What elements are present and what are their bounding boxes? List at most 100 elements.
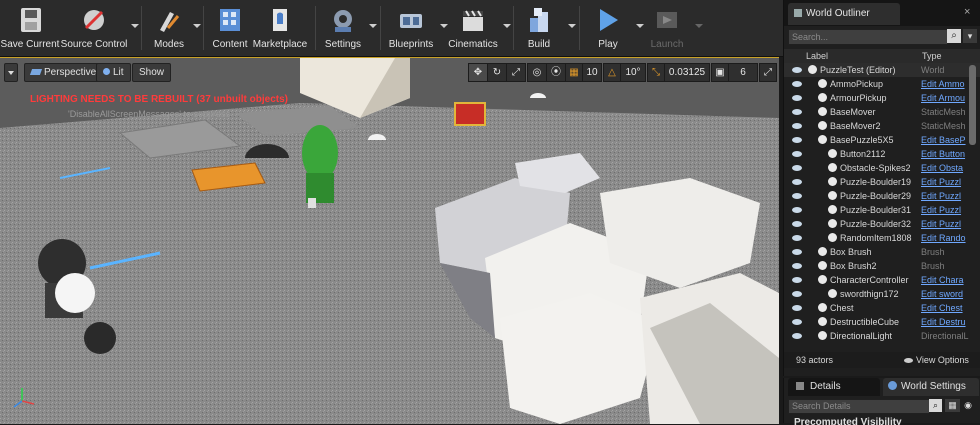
visibility-eye-icon[interactable]	[792, 319, 802, 325]
surface-snap-icon[interactable]: ⦿	[546, 63, 566, 82]
edit-blueprint-link[interactable]: Edit Puzzl	[921, 217, 976, 231]
outliner-row[interactable]: Box Brush Brush	[784, 245, 980, 259]
outliner-row[interactable]: swordthign172 Edit sword	[784, 287, 980, 301]
edit-blueprint-link[interactable]: Edit Chara	[921, 273, 976, 287]
edit-blueprint-link[interactable]: Edit Ammo	[921, 77, 976, 91]
col-label-header[interactable]: Label	[806, 49, 828, 63]
edit-blueprint-link[interactable]: Edit Button	[921, 147, 976, 161]
tab-world-outliner[interactable]: World Outliner	[788, 3, 900, 25]
visibility-eye-icon[interactable]	[792, 263, 802, 269]
camera-speed-icon[interactable]: ▣	[711, 63, 729, 82]
visibility-eye-icon[interactable]	[792, 179, 802, 185]
play-button[interactable]: Play	[585, 2, 631, 54]
launch-button[interactable]: Launch	[644, 2, 690, 54]
precomputed-visibility-header[interactable]: Precomputed Visibility	[794, 417, 902, 425]
scale-tool-icon[interactable]: ⤢	[506, 63, 526, 82]
visibility-eye-icon[interactable]	[792, 67, 802, 73]
filter-icon[interactable]: ▾	[963, 29, 977, 43]
visibility-eye-icon[interactable]	[792, 137, 802, 143]
visibility-eye-icon[interactable]	[792, 291, 802, 297]
rotation-snap-icon[interactable]: △	[603, 63, 621, 82]
edit-blueprint-link[interactable]: Edit Puzzl	[921, 203, 976, 217]
outliner-row[interactable]: Obstacle-Spikes2 Edit Obsta	[784, 161, 980, 175]
edit-blueprint-link[interactable]: Edit Chest	[921, 301, 976, 315]
tab-world-settings[interactable]: World Settings	[883, 378, 979, 396]
close-icon[interactable]: ×	[964, 6, 970, 18]
camera-speed-value[interactable]: 6	[728, 63, 758, 82]
show-dropdown[interactable]: Show	[132, 63, 172, 82]
tab-details[interactable]: Details	[788, 378, 880, 396]
outliner-row[interactable]: DestructibleCube Edit Destru	[784, 315, 980, 329]
build-dropdown-arrow[interactable]	[568, 24, 576, 28]
blueprints-button[interactable]: Blueprints	[385, 2, 437, 54]
outliner-row[interactable]: BaseMover2 StaticMesh	[784, 119, 980, 133]
visibility-eye-icon[interactable]	[792, 221, 802, 227]
edit-blueprint-link[interactable]: Edit Puzzl	[921, 189, 976, 203]
modes-dropdown-arrow[interactable]	[193, 24, 201, 28]
outliner-row[interactable]: Puzzle-Boulder19 Edit Puzzl	[784, 175, 980, 189]
outliner-row[interactable]: BasePuzzle5X5 Edit BaseP	[784, 133, 980, 147]
edit-blueprint-link[interactable]: Edit Armou	[921, 91, 976, 105]
visibility-eye-icon[interactable]	[792, 95, 802, 101]
search-icon[interactable]: ⌕	[929, 399, 942, 412]
scale-snap-icon[interactable]: ⤡	[647, 63, 665, 82]
edit-blueprint-link[interactable]: Edit Puzzl	[921, 175, 976, 189]
visibility-eye-icon[interactable]	[792, 277, 802, 283]
visibility-eye-icon[interactable]	[792, 207, 802, 213]
rotate-tool-icon[interactable]: ↻	[487, 63, 507, 82]
visibility-eye-icon[interactable]	[792, 109, 802, 115]
lit-dropdown[interactable]: Lit	[96, 63, 131, 82]
col-type-header[interactable]: Type	[922, 49, 942, 63]
viewport-options-dropdown[interactable]	[4, 63, 18, 82]
outliner-row[interactable]: Button2112 Edit Button	[784, 147, 980, 161]
outliner-row[interactable]: PuzzleTest (Editor) World	[784, 63, 980, 77]
grid-snap-value[interactable]: 10	[582, 63, 602, 82]
launch-dropdown-arrow[interactable]	[695, 24, 703, 28]
outliner-row[interactable]: BaseMover StaticMesh	[784, 105, 980, 119]
grid-view-icon[interactable]: ▦	[945, 399, 960, 412]
marketplace-button[interactable]: Marketplace	[252, 2, 308, 54]
outliner-row[interactable]: Puzzle-Boulder32 Edit Puzzl	[784, 217, 980, 231]
content-button[interactable]: Content	[208, 2, 252, 54]
rotation-snap-value[interactable]: 10°	[620, 63, 646, 82]
outliner-row[interactable]: ArmourPickup Edit Armou	[784, 91, 980, 105]
settings-button[interactable]: Settings	[320, 2, 366, 54]
outliner-row[interactable]: CharacterController Edit Chara	[784, 273, 980, 287]
scale-snap-value[interactable]: 0.03125	[664, 63, 710, 82]
source-control-button[interactable]: Source Control	[61, 2, 127, 54]
edit-blueprint-link[interactable]: Edit sword	[921, 287, 976, 301]
cinematics-dropdown-arrow[interactable]	[503, 24, 511, 28]
visibility-eye-icon[interactable]	[792, 235, 802, 241]
cinematics-button[interactable]: Cinematics	[446, 2, 500, 54]
perspective-dropdown[interactable]: Perspective	[24, 63, 104, 82]
translate-tool-icon[interactable]: ✥	[468, 63, 488, 82]
outliner-scrollbar[interactable]	[969, 65, 976, 145]
visibility-eye-icon[interactable]	[792, 81, 802, 87]
search-icon[interactable]: ⌕	[947, 29, 961, 43]
edit-blueprint-link[interactable]: Edit BaseP	[921, 133, 976, 147]
source-control-dropdown-arrow[interactable]	[131, 24, 139, 28]
world-space-icon[interactable]: ◎	[527, 63, 547, 82]
outliner-row[interactable]: AmmoPickup Edit Ammo	[784, 77, 980, 91]
view-options-button[interactable]: View Options	[904, 352, 969, 368]
outliner-row[interactable]: Chest Edit Chest	[784, 301, 980, 315]
outliner-search-input[interactable]: Search...	[788, 29, 948, 45]
outliner-row[interactable]: RandomItem1808 Edit Rando	[784, 231, 980, 245]
edit-blueprint-link[interactable]: Edit Rando	[921, 231, 976, 245]
visibility-eye-icon[interactable]	[792, 165, 802, 171]
play-dropdown-arrow[interactable]	[636, 24, 644, 28]
outliner-row[interactable]: DirectionalLight DirectionalL	[784, 329, 980, 343]
outliner-row[interactable]: Puzzle-Boulder29 Edit Puzzl	[784, 189, 980, 203]
visibility-eye-icon[interactable]	[792, 333, 802, 339]
edit-blueprint-link[interactable]: Edit Destru	[921, 315, 976, 329]
level-viewport[interactable]: Perspective Lit Show ✥ ↻ ⤢ ◎ ⦿ ▦ 10 △ 10…	[0, 57, 779, 424]
visibility-icon[interactable]: ◉	[960, 399, 976, 412]
save-current-button[interactable]: Save Current	[1, 2, 59, 54]
build-button[interactable]: Build	[518, 2, 560, 54]
details-search-input[interactable]: Search Details	[788, 399, 930, 414]
visibility-eye-icon[interactable]	[792, 193, 802, 199]
maximize-viewport-icon[interactable]: ⤢	[759, 63, 777, 82]
grid-snap-icon[interactable]: ▦	[565, 63, 583, 82]
outliner-row[interactable]: Puzzle-Boulder31 Edit Puzzl	[784, 203, 980, 217]
visibility-eye-icon[interactable]	[792, 305, 802, 311]
